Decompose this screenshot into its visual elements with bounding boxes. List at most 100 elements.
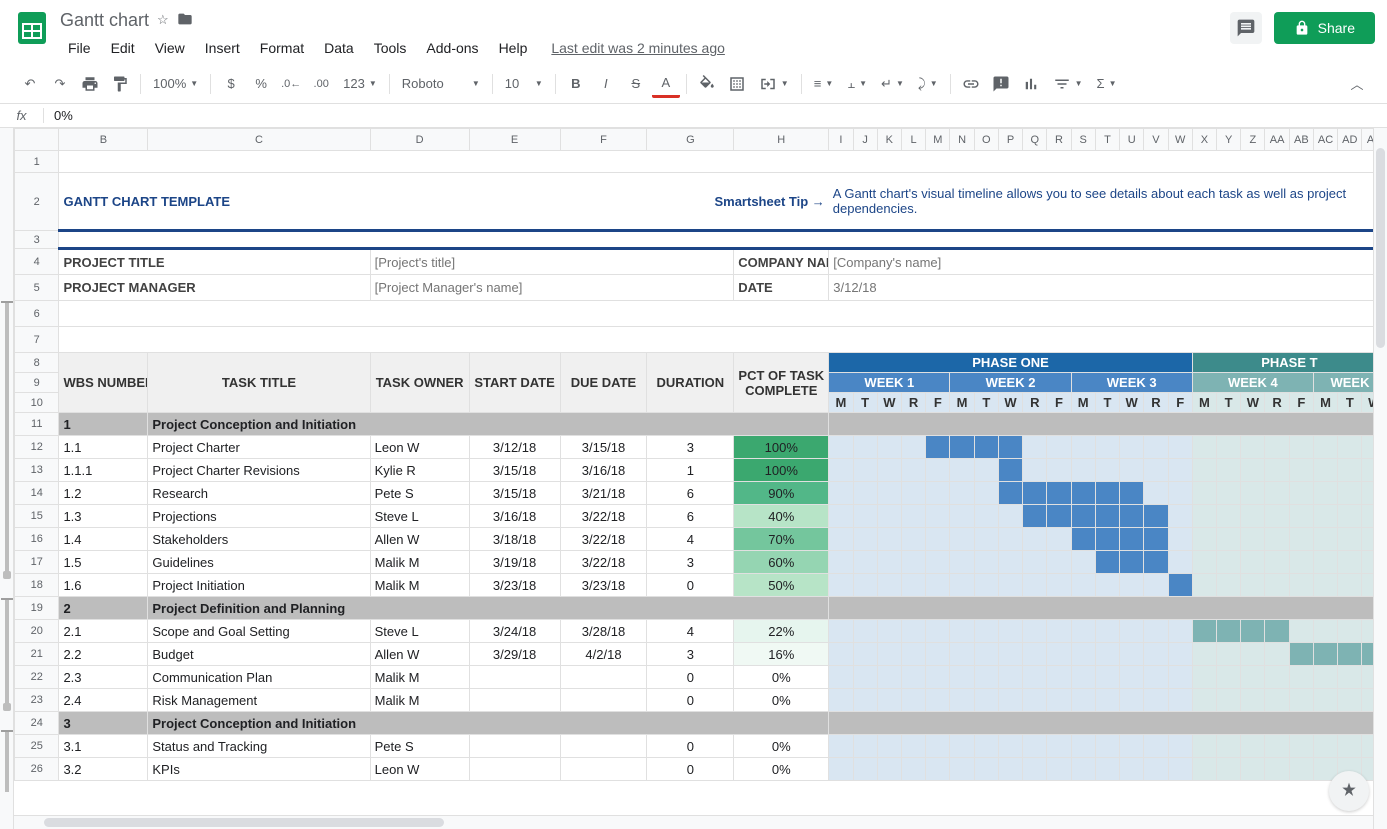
last-edit-link[interactable]: Last edit was 2 minutes ago (551, 40, 725, 56)
inc-decimal-button[interactable]: .00 (307, 70, 335, 98)
row-header[interactable]: 2 (15, 173, 59, 231)
link-button[interactable] (957, 70, 985, 98)
undo-button[interactable]: ↶ (16, 70, 44, 98)
row-header[interactable]: 10 (15, 393, 59, 413)
row-header[interactable]: 21 (15, 643, 59, 666)
row-header[interactable]: 19 (15, 597, 59, 620)
col-header[interactable]: J (853, 129, 877, 151)
share-button[interactable]: Share (1274, 12, 1375, 44)
explore-button[interactable] (1329, 771, 1369, 811)
col-header[interactable]: D (370, 129, 469, 151)
folder-icon[interactable] (177, 11, 193, 30)
col-header[interactable]: V (1144, 129, 1168, 151)
col-header[interactable]: S (1071, 129, 1095, 151)
row-header[interactable]: 24 (15, 712, 59, 735)
font-dropdown[interactable]: Roboto▼ (396, 70, 486, 98)
col-header[interactable]: O (974, 129, 998, 151)
row-header[interactable]: 9 (15, 373, 59, 393)
vertical-scrollbar[interactable] (1373, 128, 1387, 829)
percent-button[interactable]: % (247, 70, 275, 98)
col-header[interactable]: Q (1023, 129, 1047, 151)
menu-tools[interactable]: Tools (366, 36, 415, 60)
row-header[interactable]: 13 (15, 459, 59, 482)
row-header[interactable]: 20 (15, 620, 59, 643)
comments-button[interactable] (1230, 12, 1262, 44)
row-header[interactable]: 11 (15, 413, 59, 436)
row-header[interactable]: 22 (15, 666, 59, 689)
italic-button[interactable]: I (592, 70, 620, 98)
currency-button[interactable]: $ (217, 70, 245, 98)
menu-format[interactable]: Format (252, 36, 312, 60)
dec-decimal-button[interactable]: .0← (277, 70, 305, 98)
halign-button[interactable]: ≡▼ (808, 70, 840, 98)
row-header[interactable]: 16 (15, 528, 59, 551)
numfmt-dropdown[interactable]: 123▼ (337, 70, 383, 98)
paint-format-button[interactable] (106, 70, 134, 98)
menu-file[interactable]: File (60, 36, 99, 60)
col-header[interactable]: E (469, 129, 560, 151)
valign-button[interactable]: ⫠▼ (841, 70, 873, 98)
filter-button[interactable]: ▼ (1047, 70, 1089, 98)
row-header[interactable]: 5 (15, 275, 59, 301)
horizontal-scrollbar[interactable] (14, 815, 1373, 829)
col-header[interactable]: N (950, 129, 974, 151)
menu-insert[interactable]: Insert (197, 36, 248, 60)
col-header[interactable]: W (1168, 129, 1192, 151)
fontsize-dropdown[interactable]: 10▼ (499, 70, 549, 98)
col-header[interactable]: G (647, 129, 734, 151)
menu-help[interactable]: Help (491, 36, 536, 60)
row-group-gutter[interactable] (0, 128, 14, 829)
col-header[interactable]: K (877, 129, 901, 151)
col-header[interactable]: M (926, 129, 950, 151)
col-header[interactable]: R (1047, 129, 1071, 151)
col-header[interactable]: T (1095, 129, 1119, 151)
print-button[interactable] (76, 70, 104, 98)
col-header[interactable]: AC (1313, 129, 1337, 151)
menu-view[interactable]: View (147, 36, 193, 60)
menu-addons[interactable]: Add-ons (418, 36, 486, 60)
col-header[interactable]: U (1120, 129, 1144, 151)
row-header[interactable]: 7 (15, 327, 59, 353)
star-icon[interactable]: ☆ (157, 12, 169, 28)
col-header[interactable]: F (560, 129, 647, 151)
row-header[interactable]: 15 (15, 505, 59, 528)
col-header[interactable]: L (901, 129, 925, 151)
collapse-toolbar-button[interactable]: ︿ (1343, 70, 1371, 98)
row-header[interactable]: 14 (15, 482, 59, 505)
formula-input[interactable]: 0% (44, 108, 83, 123)
row-header[interactable]: 12 (15, 436, 59, 459)
col-header[interactable]: I (829, 129, 853, 151)
row-header[interactable]: 4 (15, 249, 59, 275)
spreadsheet-grid[interactable]: BCDEFGHIJKLMNOPQRSTUVWXYZAAABACADAE12 GA… (14, 128, 1387, 781)
bold-button[interactable]: B (562, 70, 590, 98)
row-header[interactable]: 1 (15, 151, 59, 173)
col-header[interactable]: H (734, 129, 829, 151)
row-header[interactable]: 3 (15, 231, 59, 249)
text-color-button[interactable]: A (652, 70, 680, 98)
menu-edit[interactable]: Edit (103, 36, 143, 60)
row-header[interactable]: 18 (15, 574, 59, 597)
col-header[interactable]: AA (1265, 129, 1289, 151)
doc-title[interactable]: Gantt chart (60, 10, 149, 31)
col-header[interactable]: P (998, 129, 1022, 151)
borders-button[interactable] (723, 70, 751, 98)
zoom-dropdown[interactable]: 100%▼ (147, 70, 204, 98)
menu-data[interactable]: Data (316, 36, 362, 60)
functions-button[interactable]: Σ▼ (1091, 70, 1123, 98)
select-all-cell[interactable] (15, 129, 59, 151)
col-header[interactable]: C (148, 129, 370, 151)
col-header[interactable]: AB (1289, 129, 1313, 151)
col-header[interactable]: AD (1338, 129, 1362, 151)
row-header[interactable]: 6 (15, 301, 59, 327)
row-header[interactable]: 8 (15, 353, 59, 373)
row-header[interactable]: 25 (15, 735, 59, 758)
comment-button[interactable] (987, 70, 1015, 98)
sheets-logo[interactable] (12, 8, 52, 48)
col-header[interactable]: Z (1241, 129, 1265, 151)
wrap-button[interactable]: ↵▼ (875, 70, 910, 98)
rotate-button[interactable]: ⤸▼ (912, 70, 944, 98)
redo-button[interactable]: ↷ (46, 70, 74, 98)
col-header[interactable]: Y (1217, 129, 1241, 151)
chart-button[interactable] (1017, 70, 1045, 98)
col-header[interactable]: X (1192, 129, 1216, 151)
